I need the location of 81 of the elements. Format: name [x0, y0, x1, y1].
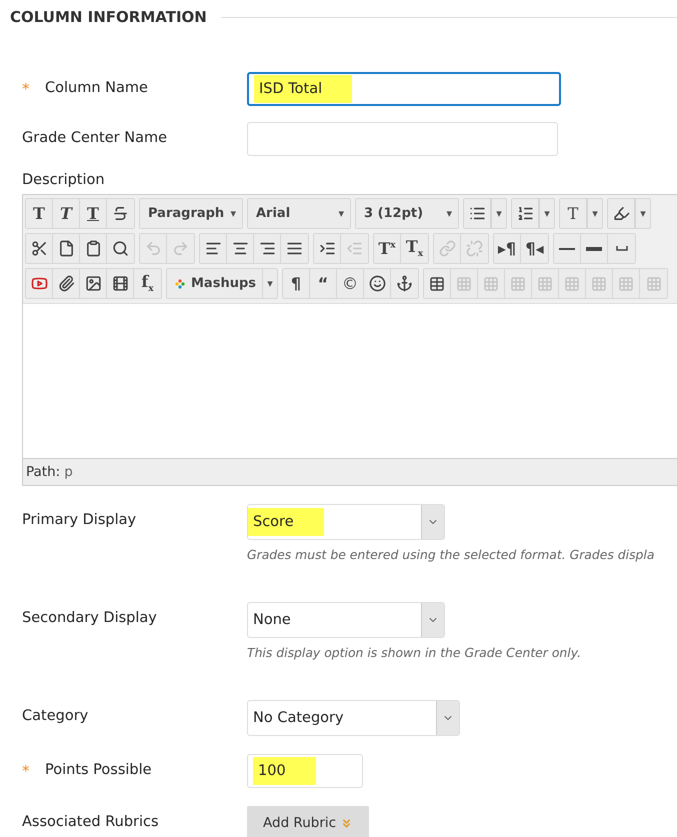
smiley-icon: [368, 275, 386, 292]
anchor-icon: [396, 275, 413, 292]
video-play-button[interactable]: [26, 269, 53, 298]
document-icon: [58, 240, 74, 257]
space-icon: [616, 246, 628, 251]
help-text: Grades must be entered using the selected format. Grades displa: [247, 547, 654, 562]
table-button[interactable]: [424, 269, 451, 298]
field-label: Column Name: [45, 80, 148, 96]
align-right-icon: [258, 240, 276, 257]
redo-icon: [172, 240, 189, 257]
indent-button[interactable]: [314, 234, 341, 263]
text-field[interactable]: [247, 122, 558, 156]
paperclip-icon: [58, 275, 74, 292]
format-button[interactable]: ¶: [283, 269, 310, 298]
dropdown-caret[interactable]: ▾: [539, 199, 554, 228]
text-field[interactable]: ISD Total: [247, 72, 561, 106]
dropdown-caret[interactable]: ▾: [262, 269, 277, 298]
field-label: Primary Display: [22, 512, 136, 528]
table-icon: [429, 276, 445, 292]
dropdown-select[interactable]: No Category: [247, 700, 460, 736]
toolbar-dropdown[interactable]: Paragraph ▾: [140, 199, 242, 228]
line-icon: [559, 248, 575, 250]
align-center-icon: [232, 240, 248, 257]
table-cell-icon: [456, 276, 472, 292]
indent-icon: [318, 240, 336, 257]
link-icon: [438, 240, 456, 257]
outdent-icon: [346, 240, 363, 257]
field-label: Category: [22, 708, 88, 724]
numbered-list-button[interactable]: [512, 199, 539, 228]
dropdown-select[interactable]: None: [247, 602, 445, 638]
dropdown-caret[interactable]: ▾: [635, 199, 650, 228]
field-label: Points Possible: [45, 762, 152, 778]
bullet-list-button[interactable]: [464, 199, 491, 228]
toolbar-dropdown[interactable]: 3 (12pt) ▾: [356, 199, 458, 228]
path-value: p: [64, 464, 73, 480]
scissors-icon: [30, 240, 48, 257]
table-cell-icon: [564, 276, 580, 292]
help-text: This display option is shown in the Grade Center only.: [247, 645, 582, 660]
unlink-icon: [466, 240, 483, 257]
format-button[interactable]: T: [560, 199, 587, 228]
align-left-icon: [204, 240, 222, 257]
highlighter-icon: [612, 205, 630, 222]
image-icon: [84, 275, 102, 292]
strikethrough-icon: [112, 205, 129, 222]
table-cell-icon: [483, 276, 499, 292]
path-label: Path:: [26, 464, 60, 480]
table-cell-icon: [646, 276, 662, 292]
dropdown-caret[interactable]: ▾: [491, 199, 506, 228]
rich-text-editor[interactable]: T T T Paragraph ▾ Arial ▾ 3 (12pt) ▾ ▾ ▾ T ▾ ▾ T$^{x}$ T$_{x}$ ▸¶ ¶◂ f$_{x}$ Mashups ▾ ¶ “ © Path: p: [22, 194, 677, 486]
highlighter-button[interactable]: [608, 199, 635, 228]
justify-icon: [286, 240, 303, 257]
film-icon: [112, 275, 128, 292]
line-button[interactable]: [554, 234, 581, 263]
add-rubric-button[interactable]: Add Rubric: [247, 806, 370, 837]
table-cell-icon: [510, 276, 526, 292]
dropdown-caret[interactable]: ▾: [587, 199, 602, 228]
text-field[interactable]: 100: [247, 754, 363, 788]
section-title: COLUMN INFORMATION: [10, 8, 207, 26]
dropdown-select[interactable]: Score: [247, 504, 445, 540]
required-asterisk: *: [22, 762, 30, 780]
format-button[interactable]: ▸¶: [494, 234, 521, 263]
table-cell-icon: [618, 276, 634, 292]
required-asterisk: *: [22, 80, 30, 98]
format-button[interactable]: T: [26, 199, 53, 228]
undo-icon: [144, 240, 162, 257]
toolbar-dropdown[interactable]: Arial ▾: [248, 199, 350, 228]
scissors-button[interactable]: [26, 234, 53, 263]
field-label: Secondary Display: [22, 610, 157, 626]
search-icon: [112, 240, 129, 257]
colored-dots-icon: [175, 278, 185, 288]
clipboard-icon: [84, 240, 102, 257]
field-label: Grade Center Name: [22, 130, 168, 146]
bullet-list-icon: [468, 205, 486, 222]
field-label: Associated Rubrics: [22, 814, 159, 830]
format-button[interactable]: T$^{x}$: [374, 234, 401, 263]
table-cell-icon: [537, 276, 553, 292]
video-play-icon: [30, 275, 48, 292]
align-left-button[interactable]: [200, 234, 227, 263]
table-cell-icon: [591, 276, 607, 292]
numbered-list-icon: [516, 205, 534, 222]
field-label: Description: [22, 172, 105, 188]
